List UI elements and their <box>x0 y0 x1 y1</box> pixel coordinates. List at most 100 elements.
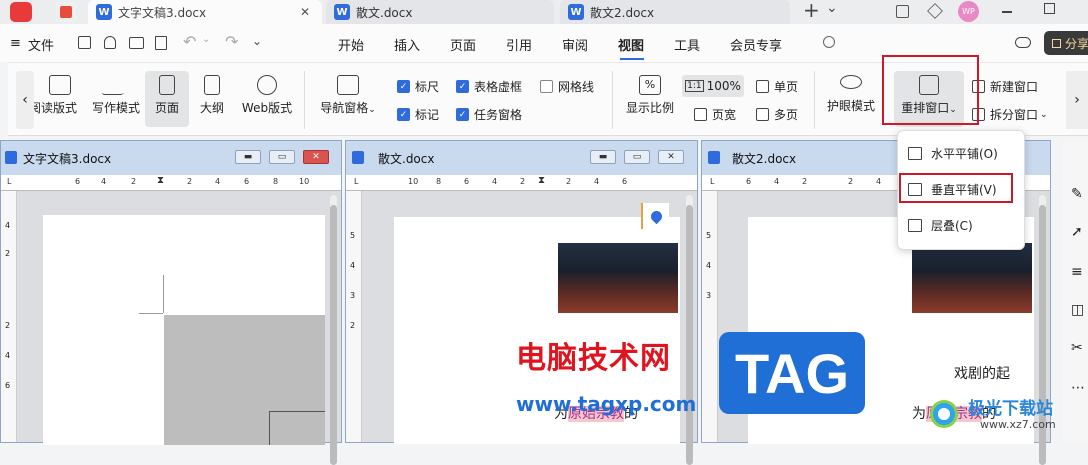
nav-pane-button[interactable]: 导航窗格⌄ <box>312 75 384 116</box>
single-page-button[interactable]: 单页 <box>756 78 798 95</box>
cube-icon[interactable] <box>927 3 943 19</box>
ruler-tick: 2 <box>566 177 572 186</box>
write-mode-button[interactable]: 写作模式 <box>90 75 142 116</box>
vertical-ruler[interactable]: 5 4 3 <box>702 191 718 442</box>
menu-view[interactable]: 视图 <box>618 35 644 54</box>
document-page[interactable] <box>43 215 325 445</box>
ruler-tick: 4 <box>101 177 107 186</box>
document-image[interactable] <box>912 243 1032 313</box>
ruler-tick: 4 <box>215 177 221 186</box>
table-gridlines-checkbox[interactable]: ✓ 表格虚框 <box>456 78 522 95</box>
undo-dropdown-icon[interactable]: ⌄ <box>202 34 210 45</box>
pdf-tool-icon[interactable] <box>56 2 76 22</box>
more-chevron-icon[interactable]: ⌄ <box>252 34 262 48</box>
doc-restore-button[interactable]: ▭ <box>269 150 295 164</box>
indent-marker-icon[interactable]: ⧗ <box>538 175 545 186</box>
shapes-icon[interactable]: ◫ <box>1071 302 1084 318</box>
doc-restore-button[interactable]: ▭ <box>624 150 650 164</box>
undo-icon[interactable]: ↶ <box>183 32 196 51</box>
marks-checkbox[interactable]: ✓ 标记 <box>397 106 439 123</box>
ruler-tick: 5 <box>350 231 356 240</box>
outline-button[interactable]: 大纲 <box>194 75 230 116</box>
ribbon-scroll-left-icon[interactable]: ‹ <box>16 71 34 129</box>
single-page-icon <box>756 80 769 93</box>
print-icon[interactable] <box>129 37 144 49</box>
check-icon: ✓ <box>456 108 469 121</box>
new-tab-plus-icon[interactable]: + <box>803 0 820 22</box>
edit-pen-icon[interactable]: ✎ <box>1071 186 1083 202</box>
page-width-button[interactable]: 页宽 <box>694 106 736 123</box>
new-window-button[interactable]: 新建窗口 <box>972 78 1038 95</box>
tab-sanwen[interactable]: W 散文.docx <box>326 0 554 24</box>
doc-minimize-button[interactable]: ▬ <box>590 150 616 164</box>
window-layout-icon[interactable] <box>896 5 909 18</box>
zoom-100-button[interactable]: 1:1 100% <box>682 75 744 97</box>
cursor-icon[interactable]: ➚ <box>1071 224 1083 240</box>
menu-insert[interactable]: 插入 <box>394 35 420 54</box>
location-pin-icon[interactable] <box>641 203 669 229</box>
maximize-icon[interactable] <box>1044 3 1055 14</box>
menu-page[interactable]: 页面 <box>450 35 476 54</box>
word-doc-icon <box>708 151 720 164</box>
menu-item-cascade[interactable]: 层叠(C) <box>908 217 973 234</box>
save-icon[interactable] <box>78 36 91 49</box>
menu-home[interactable]: 开始 <box>338 35 364 54</box>
web-layout-button[interactable]: Web版式 <box>238 75 296 116</box>
menu-item-horizontal-tile[interactable]: 水平平铺(O) <box>908 145 998 162</box>
task-pane-checkbox[interactable]: ✓ 任务窗格 <box>456 106 522 123</box>
doc-minimize-button[interactable]: ▬ <box>235 150 261 164</box>
settings-sliders-icon[interactable]: ≡ <box>1071 264 1083 280</box>
tab-list-chevron-icon[interactable]: ⌄ <box>826 0 838 16</box>
vertical-ruler[interactable]: 4 2 2 4 6 <box>1 191 17 442</box>
scroll-thumb[interactable] <box>330 205 337 465</box>
split-window-button[interactable]: 拆分窗口 ⌄ <box>972 106 1048 123</box>
menu-reference[interactable]: 引用 <box>506 35 532 54</box>
hamburger-menu-icon[interactable]: ≡ <box>10 36 21 51</box>
indent-marker-icon[interactable]: ⧗ <box>157 175 164 186</box>
display-ratio-button[interactable]: % 显示比例 <box>620 75 680 116</box>
display-ratio-label: 显示比例 <box>625 101 674 115</box>
ruler-tick: 6 <box>464 177 470 186</box>
menu-file[interactable]: 文件 <box>28 35 54 54</box>
ruler-tick: 4 <box>774 177 780 186</box>
read-mode-button[interactable]: 阅读版式 <box>34 75 86 116</box>
doc-close-button[interactable]: ✕ <box>303 150 329 164</box>
vertical-ruler[interactable]: 5 4 3 2 <box>346 191 362 442</box>
cloud-icon[interactable] <box>1015 37 1031 48</box>
tab-sanwen2[interactable]: W 散文2.docx <box>560 0 790 24</box>
read-mode-icon <box>49 75 71 95</box>
vertical-scrollbar[interactable] <box>330 195 337 465</box>
avatar[interactable]: WP <box>958 1 979 22</box>
doc-area[interactable]: L 6 4 2 2 4 6 8 10 ⧗ 4 2 2 4 6 <box>1 175 341 465</box>
menu-tools[interactable]: 工具 <box>674 35 700 54</box>
document-image[interactable] <box>558 243 678 313</box>
multi-page-button[interactable]: 多页 <box>756 106 798 123</box>
share-button[interactable]: 分享 <box>1044 31 1088 55</box>
close-icon[interactable]: ✕ <box>300 5 310 19</box>
horizontal-ruler[interactable]: L 6 4 2 2 4 6 8 10 ⧗ <box>1 175 341 191</box>
eye-care-button[interactable]: 护眼模式 <box>820 75 882 114</box>
app-logo-icon[interactable] <box>10 2 32 22</box>
doc-close-button[interactable]: ✕ <box>658 150 684 164</box>
search-icon[interactable] <box>823 36 835 48</box>
watermark-xz-logo-icon <box>930 400 958 428</box>
ruler-checkbox[interactable]: ✓ 标尺 <box>397 78 439 95</box>
horizontal-ruler[interactable]: L 10 8 6 4 2 2 4 6 ⧗ <box>346 175 697 191</box>
preview-icon[interactable] <box>155 36 167 50</box>
ribbon-scroll-right-icon[interactable]: › <box>1066 71 1088 129</box>
quick-tools-icon[interactable] <box>104 36 116 49</box>
page-width-icon <box>694 108 707 121</box>
redo-icon[interactable]: ↷ <box>225 32 238 51</box>
more-tools-icon[interactable]: ⋯ <box>1071 380 1085 396</box>
menu-review[interactable]: 审阅 <box>562 35 588 54</box>
minimize-icon[interactable] <box>1002 11 1012 13</box>
scroll-thumb[interactable] <box>686 205 693 465</box>
tools-icon[interactable]: ✂ <box>1071 340 1083 356</box>
tab-wenzi3[interactable]: W 文字文稿3.docx ✕ <box>88 0 322 24</box>
menu-membership[interactable]: 会员专享 <box>730 35 782 54</box>
ruler-tick: 2 <box>131 177 137 186</box>
page-view-button[interactable]: 页面 <box>145 71 189 127</box>
ruler-tick: 2 <box>187 177 193 186</box>
gridlines-checkbox[interactable]: 网格线 <box>540 78 594 95</box>
doc-window-wenzi3[interactable]: 文字文稿3.docx ▬ ▭ ✕ L 6 4 2 2 4 6 8 10 ⧗ 4 … <box>0 140 342 465</box>
